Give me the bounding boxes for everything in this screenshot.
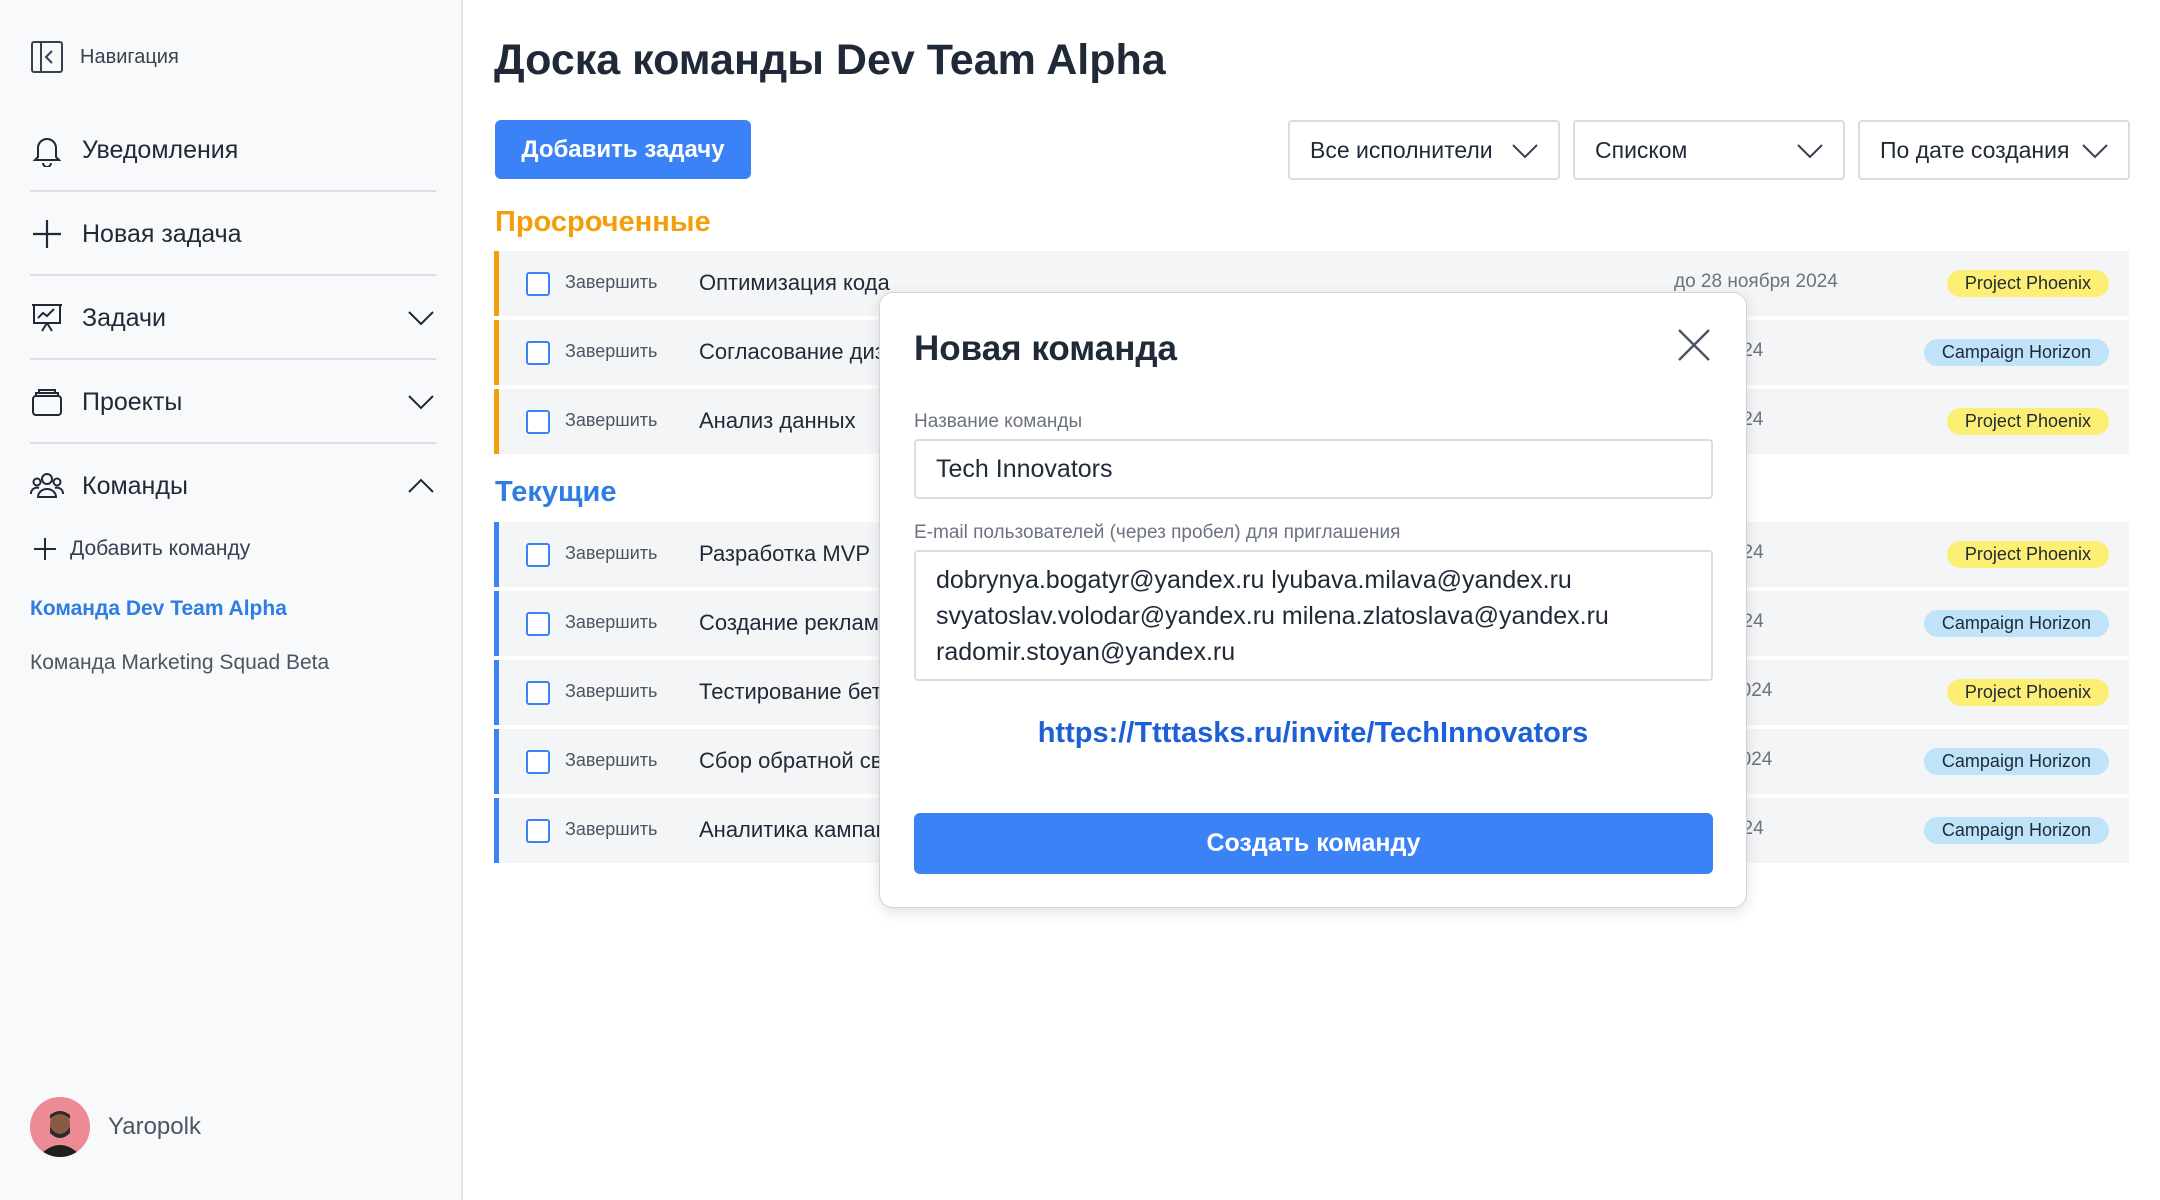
- invite-emails-label: E-mail пользователей (через пробел) для …: [914, 522, 1401, 543]
- user-profile[interactable]: Yaropolk: [30, 1097, 201, 1157]
- sort-select[interactable]: По дате создания: [1858, 120, 2130, 180]
- project-tag[interactable]: Project Phoenix: [1946, 679, 2109, 706]
- add-team-label: Добавить команду: [70, 537, 251, 560]
- invite-link[interactable]: https://Ttttasks.ru/invite/TechInnovator…: [880, 717, 1746, 750]
- task-name[interactable]: Согласование диз: [699, 339, 885, 365]
- project-tag[interactable]: Project Phoenix: [1946, 408, 2109, 435]
- user-photo-icon: [30, 1097, 90, 1157]
- sidebar-item-notifications[interactable]: Уведомления: [30, 108, 436, 192]
- assignee-filter-value: Все исполнители: [1310, 136, 1493, 163]
- section-title-overdue: Просроченные: [495, 206, 711, 238]
- team-name-input[interactable]: [914, 439, 1713, 499]
- task-deadline: до 28 ноября 2024: [1674, 271, 1838, 292]
- chevron-down-icon[interactable]: [406, 387, 436, 417]
- project-tag[interactable]: Project Phoenix: [1946, 541, 2109, 568]
- complete-checkbox[interactable]: [526, 272, 550, 296]
- task-name[interactable]: Анализ данных: [699, 408, 856, 434]
- sidebar-item-tasks[interactable]: Задачи: [30, 276, 436, 360]
- plus-icon: [33, 220, 61, 248]
- avatar: [30, 1097, 90, 1157]
- complete-label[interactable]: Завершить: [565, 612, 657, 633]
- invite-emails-input[interactable]: dobrynya.bogatyr@yandex.ru lyubava.milav…: [914, 550, 1713, 681]
- task-name[interactable]: Сбор обратной св: [699, 748, 882, 774]
- chevron-down-icon: [1512, 144, 1538, 159]
- complete-checkbox[interactable]: [526, 681, 550, 705]
- presentation-chart-icon: [32, 304, 62, 332]
- complete-checkbox[interactable]: [526, 750, 550, 774]
- close-icon[interactable]: [1676, 327, 1712, 363]
- nav-label: Навигация: [80, 45, 179, 68]
- complete-label[interactable]: Завершить: [565, 819, 657, 840]
- complete-checkbox[interactable]: [526, 819, 550, 843]
- panel-collapse-icon: [31, 41, 63, 73]
- sidebar-item-projects[interactable]: Проекты: [30, 360, 436, 444]
- project-tag[interactable]: Campaign Horizon: [1923, 817, 2109, 844]
- team-link-dev-team-alpha[interactable]: Команда Dev Team Alpha: [30, 597, 287, 621]
- sidebar: Навигация Уведомления Новая задача Задач…: [0, 0, 463, 1200]
- add-task-button[interactable]: Добавить задачу: [495, 120, 751, 179]
- assignee-filter-select[interactable]: Все исполнители: [1288, 120, 1560, 180]
- section-title-current: Текущие: [495, 476, 617, 508]
- sort-value: По дате создания: [1880, 136, 2070, 163]
- task-name[interactable]: Тестирование бет: [699, 679, 882, 705]
- folder-stack-icon: [32, 389, 62, 416]
- users-group-icon: [30, 473, 64, 498]
- view-mode-select[interactable]: Списком: [1573, 120, 1845, 180]
- create-team-button[interactable]: Создать команду: [914, 813, 1713, 874]
- complete-checkbox[interactable]: [526, 410, 550, 434]
- task-name[interactable]: Создание реклам: [699, 610, 879, 636]
- sidebar-item-teams[interactable]: Команды: [30, 444, 436, 528]
- complete-label[interactable]: Завершить: [565, 410, 657, 431]
- new-team-modal: Новая команда Название команды E-mail по…: [879, 292, 1747, 908]
- team-name-label: Название команды: [914, 411, 1083, 432]
- sidebar-item-label: Уведомления: [82, 135, 239, 164]
- chevron-down-icon: [2082, 144, 2108, 159]
- sidebar-item-new-task[interactable]: Новая задача: [30, 192, 436, 276]
- user-name: Yaropolk: [108, 1113, 201, 1140]
- bell-icon: [32, 138, 62, 167]
- team-link-marketing-squad-beta[interactable]: Команда Marketing Squad Beta: [30, 651, 329, 675]
- complete-label[interactable]: Завершить: [565, 681, 657, 702]
- project-tag[interactable]: Campaign Horizon: [1923, 748, 2109, 775]
- page-title: Доска команды Dev Team Alpha: [494, 36, 1166, 84]
- plus-icon: [34, 538, 56, 560]
- chevron-down-icon: [1797, 144, 1823, 159]
- project-tag[interactable]: Campaign Horizon: [1923, 339, 2109, 366]
- complete-label[interactable]: Завершить: [565, 272, 657, 293]
- complete-label[interactable]: Завершить: [565, 750, 657, 771]
- sidebar-item-label: Команды: [82, 471, 188, 500]
- view-mode-value: Списком: [1595, 136, 1688, 163]
- project-tag[interactable]: Project Phoenix: [1946, 270, 2109, 297]
- task-name[interactable]: Оптимизация кода: [699, 270, 890, 296]
- chevron-up-icon[interactable]: [406, 471, 436, 501]
- sidebar-item-label: Проекты: [82, 387, 183, 416]
- nav-toggle[interactable]: Навигация: [30, 40, 179, 74]
- complete-checkbox[interactable]: [526, 543, 550, 567]
- complete-checkbox[interactable]: [526, 341, 550, 365]
- complete-label[interactable]: Завершить: [565, 341, 657, 362]
- add-team-button[interactable]: Добавить команду: [32, 536, 250, 562]
- sidebar-item-label: Новая задача: [82, 219, 242, 248]
- task-name[interactable]: Разработка MVP: [699, 541, 870, 567]
- complete-label[interactable]: Завершить: [565, 543, 657, 564]
- project-tag[interactable]: Campaign Horizon: [1923, 610, 2109, 637]
- task-name[interactable]: Аналитика кампан: [699, 817, 888, 843]
- chevron-down-icon[interactable]: [406, 303, 436, 333]
- modal-title: Новая команда: [914, 329, 1178, 368]
- sidebar-item-label: Задачи: [82, 303, 166, 332]
- complete-checkbox[interactable]: [526, 612, 550, 636]
